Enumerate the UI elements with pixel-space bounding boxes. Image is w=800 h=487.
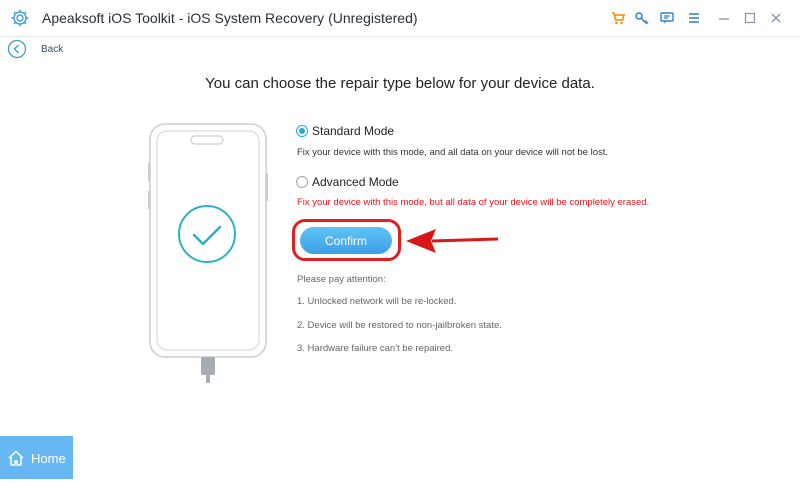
advanced-mode-radio[interactable] (296, 176, 308, 188)
close-icon[interactable] (768, 10, 784, 26)
attention-title: Please pay attention: (297, 274, 386, 285)
advanced-mode-description: Fix your device with this mode, but all … (297, 197, 650, 208)
back-button[interactable] (7, 39, 27, 59)
back-label[interactable]: Back (41, 44, 63, 55)
page-title: You can choose the repair type below for… (205, 75, 595, 92)
minimize-icon[interactable] (716, 10, 732, 26)
title-bar: Apeaksoft iOS Toolkit - iOS System Recov… (0, 0, 800, 37)
home-icon (8, 450, 24, 466)
standard-mode-label[interactable]: Standard Mode (312, 124, 394, 138)
phone-illustration (148, 123, 268, 383)
gear-logo-icon (10, 8, 30, 28)
window-title: Apeaksoft iOS Toolkit - iOS System Recov… (42, 10, 418, 26)
advanced-mode-label[interactable]: Advanced Mode (312, 175, 399, 189)
maximize-icon[interactable] (742, 10, 758, 26)
confirm-button[interactable]: Confirm (300, 227, 392, 254)
home-button[interactable]: Home (0, 436, 73, 479)
menu-icon[interactable] (686, 10, 702, 26)
standard-mode-description: Fix your device with this mode, and all … (297, 147, 609, 158)
back-arrow-icon (7, 39, 27, 59)
key-icon[interactable] (634, 10, 650, 26)
standard-mode-radio[interactable] (296, 125, 308, 137)
pointer-arrow-icon (406, 229, 499, 253)
attention-item: 1. Unlocked network will be re-locked. (297, 296, 457, 307)
cart-icon[interactable] (610, 10, 626, 26)
attention-item: 3. Hardware failure can't be repaired. (297, 343, 454, 354)
attention-item: 2. Device will be restored to non-jailbr… (297, 320, 502, 331)
feedback-icon[interactable] (659, 10, 675, 26)
home-label: Home (31, 451, 66, 466)
